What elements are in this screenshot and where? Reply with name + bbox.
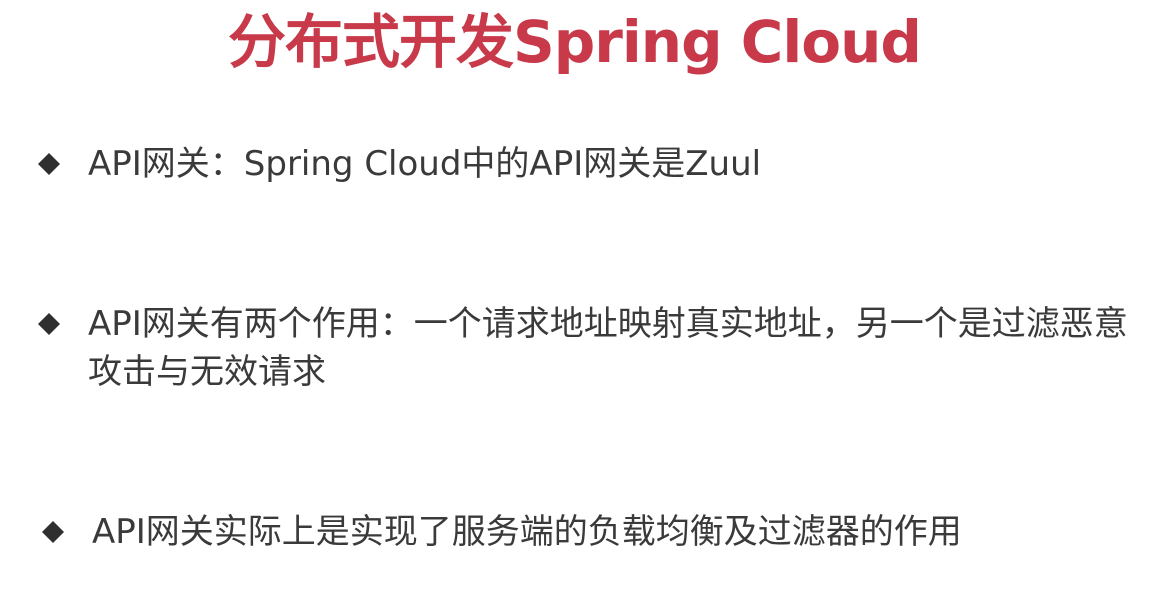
diamond-bullet-icon <box>42 521 64 543</box>
bullet-text: API网关有两个作用：一个请求地址映射真实地址，另一个是过滤恶意攻击与无效请求 <box>88 304 1128 392</box>
diamond-bullet-icon <box>38 313 60 335</box>
slide-title: 分布式开发Spring Cloud <box>228 8 922 76</box>
bullet-item: API网关实际上是实现了服务端的负载均衡及过滤器的作用 <box>42 508 1142 556</box>
bullet-item: API网关：Spring Cloud中的API网关是Zuul <box>38 140 1138 188</box>
bullet-item: API网关有两个作用：一个请求地址映射真实地址，另一个是过滤恶意攻击与无效请求 <box>38 300 1148 396</box>
bullet-text: API网关：Spring Cloud中的API网关是Zuul <box>88 144 762 184</box>
bullet-text: API网关实际上是实现了服务端的负载均衡及过滤器的作用 <box>92 512 962 552</box>
diamond-bullet-icon <box>38 153 60 175</box>
